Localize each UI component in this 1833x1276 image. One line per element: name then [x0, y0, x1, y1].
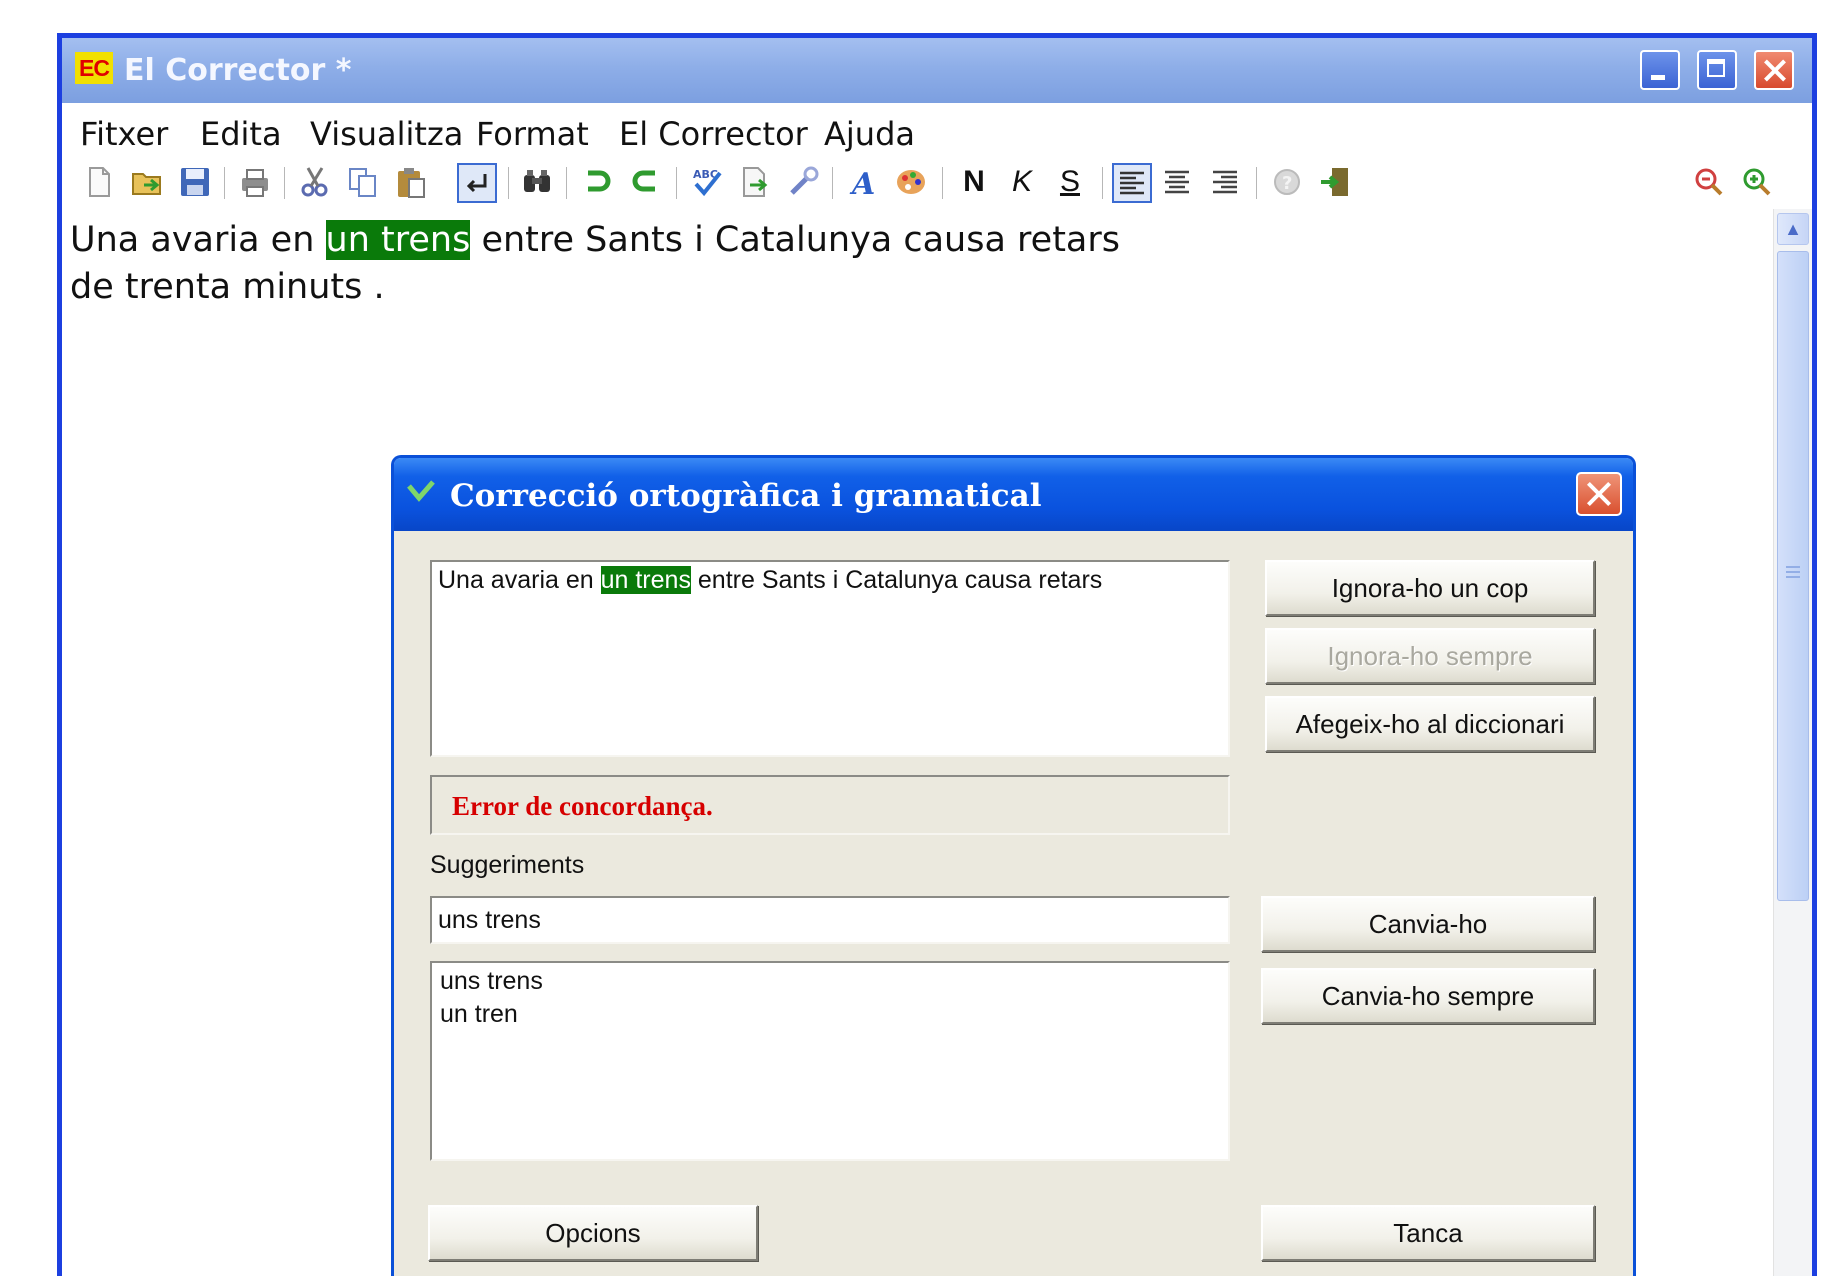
- error-message: Error de concordança.: [452, 791, 713, 821]
- scroll-up-button[interactable]: ▲: [1777, 213, 1809, 245]
- context-text-box[interactable]: Una avaria en un trens entre Sants i Cat…: [430, 560, 1230, 757]
- maximize-icon: [1699, 52, 1735, 88]
- toolbar-separator: [832, 167, 833, 199]
- suggestions-label: Suggeriments: [430, 851, 585, 879]
- toolbar-separator: [676, 167, 677, 199]
- menu-format[interactable]: Format: [476, 115, 589, 153]
- change-button[interactable]: Canvia-ho: [1261, 896, 1595, 952]
- chevron-up-icon: ▲: [1784, 219, 1802, 239]
- ignore-once-button[interactable]: Ignora-ho un cop: [1265, 560, 1595, 616]
- window-title: El Corrector *: [124, 53, 352, 88]
- undo-icon[interactable]: [580, 165, 614, 199]
- error-message-box: Error de concordança.: [430, 775, 1230, 835]
- spellcheck-icon[interactable]: ABC: [690, 165, 724, 199]
- paragraph-mark-icon[interactable]: [457, 163, 497, 203]
- zoom-out-icon[interactable]: [1692, 165, 1726, 199]
- exit-icon[interactable]: [1318, 165, 1352, 199]
- align-left-icon[interactable]: [1112, 163, 1152, 203]
- checkmark-icon: [406, 478, 436, 509]
- minimize-button[interactable]: [1640, 50, 1680, 90]
- toolbar-separator: [566, 167, 567, 199]
- menu-visualitza[interactable]: Visualitza: [310, 115, 463, 153]
- add-to-dictionary-button[interactable]: Afegeix-ho al diccionari: [1265, 696, 1595, 752]
- toolbar-separator: [224, 167, 225, 199]
- change-always-button[interactable]: Canvia-ho sempre: [1261, 968, 1595, 1024]
- toolbar-separator: [284, 167, 285, 199]
- strike-button[interactable]: S: [1053, 163, 1087, 201]
- color-palette-icon[interactable]: [894, 165, 928, 199]
- copy-icon[interactable]: [346, 165, 380, 199]
- open-icon[interactable]: [130, 165, 164, 199]
- options-button[interactable]: Opcions: [428, 1205, 758, 1261]
- document-error-highlight[interactable]: un trens: [325, 220, 471, 260]
- toolbar: ABC A N K S ?: [62, 155, 1812, 209]
- dialog-close-button[interactable]: [1576, 472, 1622, 516]
- redo-icon[interactable]: [628, 165, 662, 199]
- menu-ajuda[interactable]: Ajuda: [824, 115, 915, 153]
- document-line2: de trenta minuts .: [70, 267, 385, 307]
- align-right-icon[interactable]: [1208, 165, 1242, 199]
- suggestion-input-value: uns trens: [438, 906, 541, 934]
- minimize-icon: [1642, 52, 1678, 88]
- toolbar-separator: [1256, 167, 1257, 199]
- toolbar-separator: [1102, 167, 1103, 199]
- list-item[interactable]: un tren: [432, 998, 1228, 1031]
- suggestion-input[interactable]: uns trens: [430, 896, 1230, 944]
- context-start: Una avaria en: [438, 566, 601, 594]
- context-end: entre Sants i Catalunya causa retars: [690, 566, 1103, 594]
- find-icon[interactable]: [520, 165, 554, 199]
- align-center-icon[interactable]: [1160, 165, 1194, 199]
- svg-text:A: A: [849, 167, 875, 199]
- close-button[interactable]: Tanca: [1261, 1205, 1595, 1261]
- dialog-titlebar[interactable]: Correcció ortogràfica i gramatical: [394, 458, 1633, 531]
- tools-icon[interactable]: [786, 165, 820, 199]
- italic-button[interactable]: K: [1005, 163, 1039, 201]
- document-line1-end: entre Sants i Catalunya causa retars: [470, 220, 1120, 260]
- svg-text:?: ?: [1282, 173, 1292, 194]
- scrollbar-thumb[interactable]: [1777, 251, 1809, 901]
- window-titlebar[interactable]: EC El Corrector *: [62, 38, 1812, 103]
- font-icon[interactable]: A: [846, 165, 880, 199]
- toolbar-separator: [942, 167, 943, 199]
- ignore-always-button[interactable]: Ignora-ho sempre: [1265, 628, 1595, 684]
- menu-el-corrector[interactable]: El Corrector: [619, 115, 808, 153]
- menu-edita[interactable]: Edita: [200, 115, 282, 153]
- app-icon: EC: [75, 52, 113, 84]
- print-icon[interactable]: [238, 165, 272, 199]
- context-error-highlight: un trens: [600, 566, 691, 594]
- spellcheck-dialog: Correcció ortogràfica i gramatical Una a…: [391, 455, 1636, 1276]
- zoom-in-icon[interactable]: [1740, 165, 1774, 199]
- vertical-scrollbar[interactable]: ▲: [1773, 209, 1812, 1276]
- paste-icon[interactable]: [394, 165, 428, 199]
- maximize-button[interactable]: [1697, 50, 1737, 90]
- save-icon[interactable]: [178, 165, 212, 199]
- list-item[interactable]: uns trens: [432, 965, 1228, 998]
- bold-button[interactable]: N: [957, 163, 991, 201]
- close-window-button[interactable]: [1754, 50, 1794, 90]
- cut-icon[interactable]: [298, 165, 332, 199]
- suggestions-list[interactable]: uns trens un tren: [430, 961, 1230, 1161]
- toolbar-separator: [508, 167, 509, 199]
- grip-icon: [1786, 566, 1800, 568]
- context-text: Una avaria en un trens entre Sants i Cat…: [438, 566, 1102, 595]
- help-icon[interactable]: ?: [1270, 165, 1304, 199]
- export-icon[interactable]: [738, 165, 772, 199]
- new-document-icon[interactable]: [82, 165, 116, 199]
- menu-fitxer[interactable]: Fitxer: [80, 115, 168, 153]
- dialog-title: Correcció ortogràfica i gramatical: [450, 478, 1042, 514]
- document-line1-start: Una avaria en: [70, 220, 326, 260]
- close-icon: [1756, 52, 1792, 88]
- menu-bar: Fitxer Edita Visualitza Format El Correc…: [62, 103, 1812, 155]
- document-text[interactable]: Una avaria en un trens entre Sants i Cat…: [70, 217, 1120, 311]
